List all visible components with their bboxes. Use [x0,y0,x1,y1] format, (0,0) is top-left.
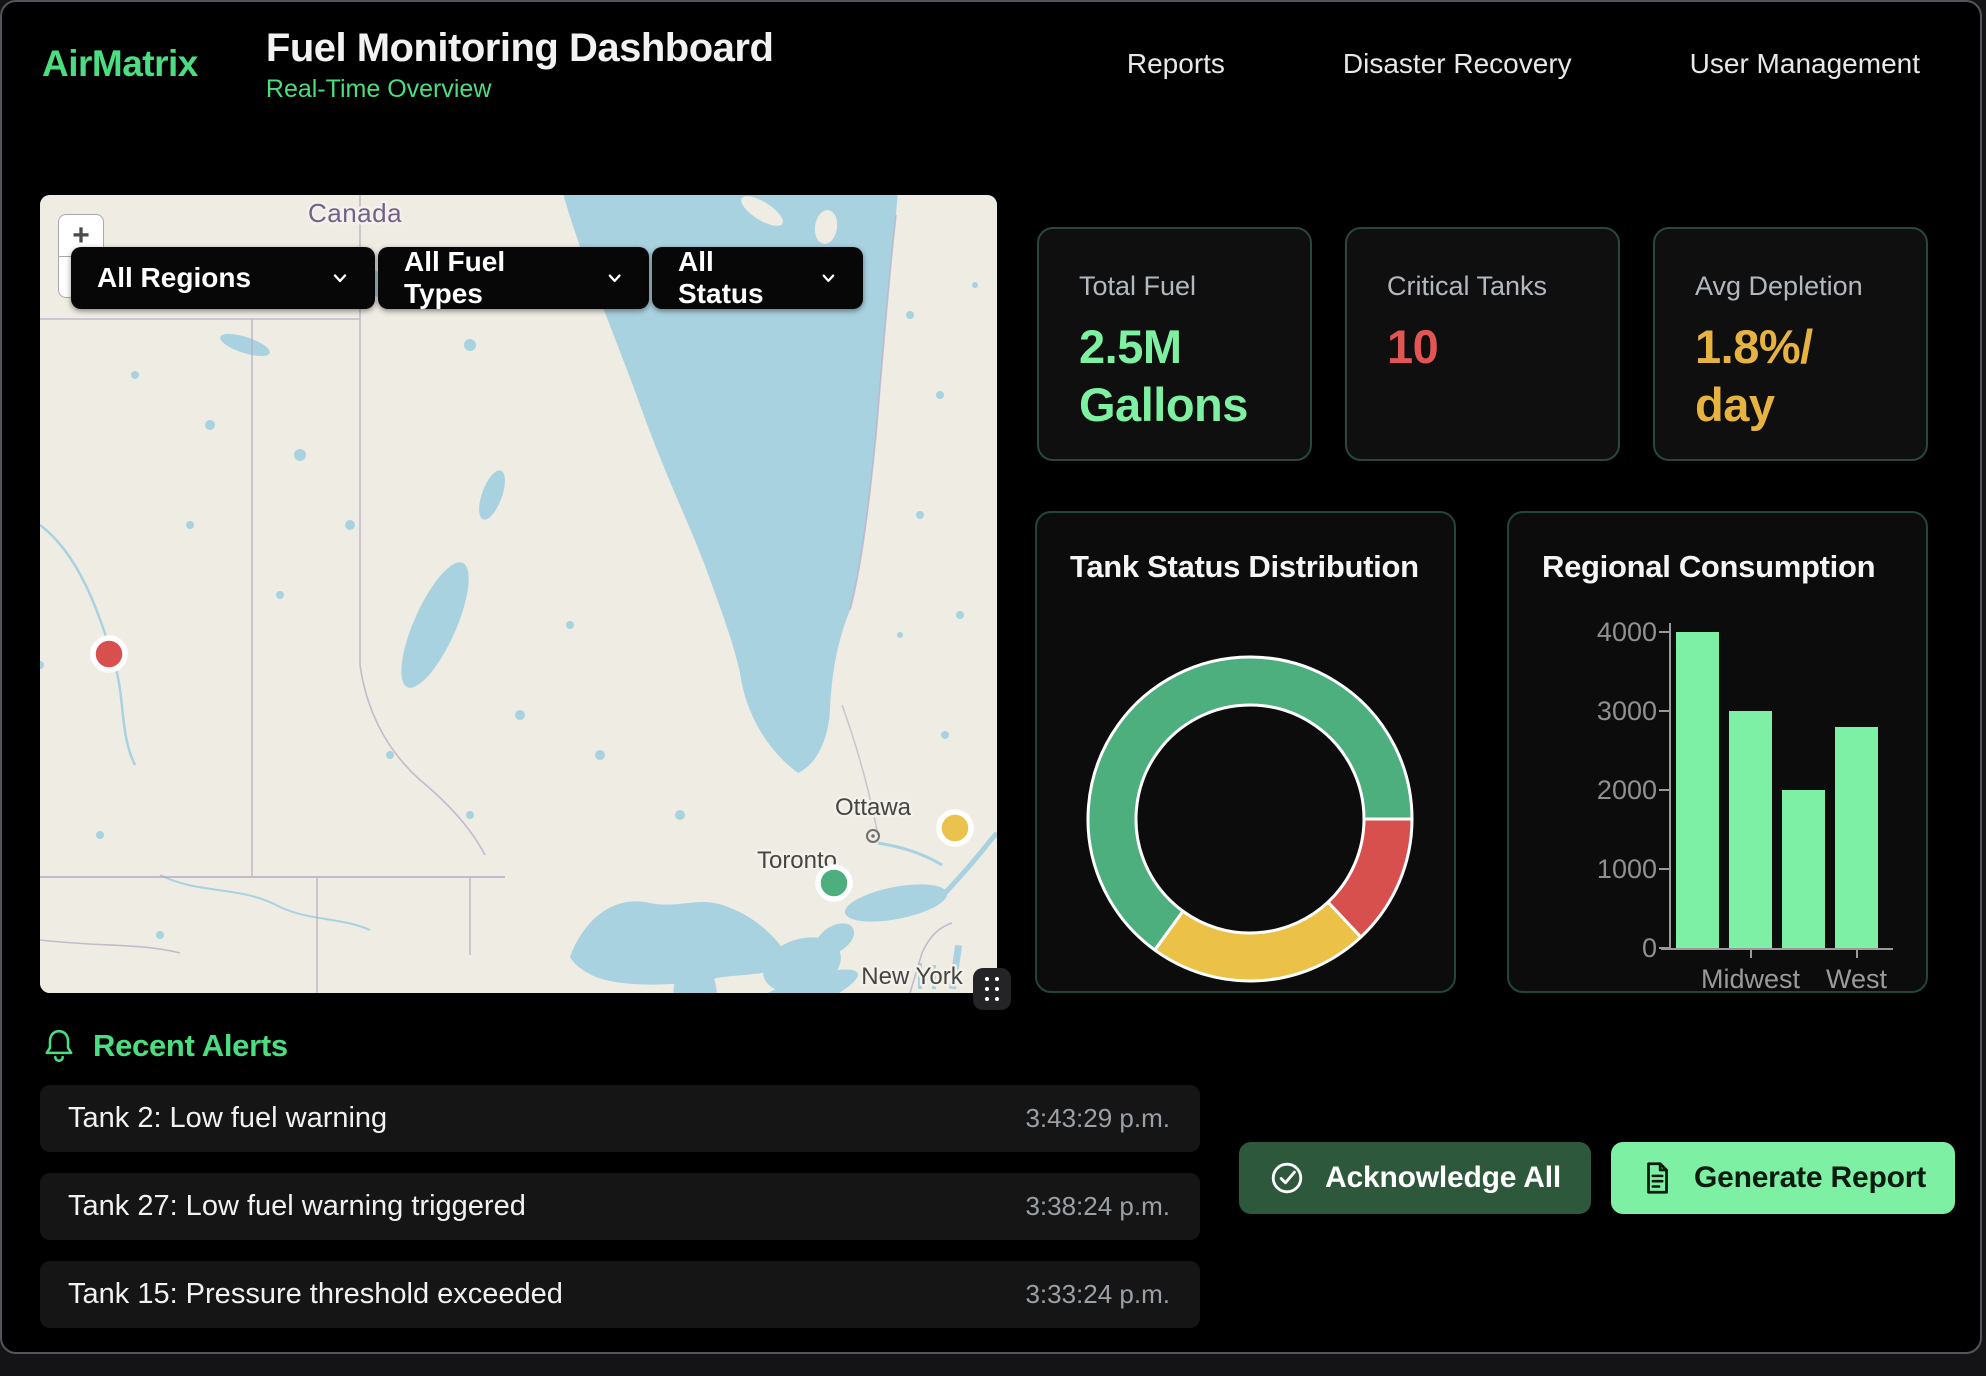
consumption-bar [1729,711,1772,948]
x-tick-mark [1750,948,1752,958]
tank-marker[interactable] [818,867,850,899]
brand-logo: AirMatrix [42,43,198,85]
y-tick-label: 1000 [1567,854,1657,885]
y-tick-mark [1659,947,1669,949]
x-tick-label: Midwest [1701,964,1800,995]
stat-label: Critical Tanks [1387,271,1580,302]
stat-card-avg-depletion: Avg Depletion 1.8%/ day [1653,227,1928,461]
stat-value: 10 [1387,318,1580,376]
y-tick-mark [1659,789,1669,791]
dashboard-window: AirMatrix Fuel Monitoring Dashboard Real… [0,0,1982,1354]
alerts-title: Recent Alerts [93,1028,288,1064]
y-tick-label: 2000 [1567,775,1657,806]
alert-text: Tank 27: Low fuel warning triggered [68,1190,526,1223]
alert-list: Tank 2: Low fuel warning3:43:29 p.m.Tank… [40,1085,1200,1349]
circle-check-icon [1269,1160,1305,1196]
alert-timestamp: 3:33:24 p.m. [1025,1279,1170,1310]
stat-card-critical-tanks: Critical Tanks 10 [1345,227,1620,461]
donut-chart [1037,513,1458,995]
donut-chart-title: Tank Status Distribution [1070,549,1419,585]
stat-cards: Total Fuel 2.5M Gallons Critical Tanks 10 Av… [1037,227,1928,461]
y-tick-label: 3000 [1567,696,1657,727]
y-tick-mark [1659,868,1669,870]
page-title: Fuel Monitoring Dashboard [266,25,773,71]
alert-text: Tank 15: Pressure threshold exceeded [68,1278,563,1311]
stat-label: Total Fuel [1079,271,1272,302]
document-icon [1640,1160,1674,1196]
alert-timestamp: 3:38:24 p.m. [1025,1191,1170,1222]
tank-marker[interactable] [93,638,125,670]
y-tick-mark [1659,710,1669,712]
map-label-ottawa: Ottawa [835,794,912,821]
filter-label: All Regions [97,262,251,294]
alert-row[interactable]: Tank 15: Pressure threshold exceeded 3:33… [40,1261,1200,1328]
stat-value: 1.8%/ day [1695,318,1888,434]
alert-timestamp: 3:43:29 p.m. [1025,1103,1170,1134]
y-axis-line [1669,623,1671,950]
filter-label: All Status [678,246,800,310]
filter-dropdown-all-regions[interactable]: All Regions [71,247,375,309]
acknowledge-all-button[interactable]: Acknowledge All [1239,1142,1591,1214]
x-axis-line [1661,948,1893,950]
map-canvas[interactable]: Canada OttawaTorontoNew York + − All Reg… [40,195,997,993]
main-nav: Reports Disaster Recovery User Management [1127,2,1920,126]
nav-item-user-management[interactable]: User Management [1690,48,1920,80]
map-panel: Canada OttawaTorontoNew York + − All Reg… [40,195,997,993]
page-subtitle: Real-Time Overview [266,75,773,104]
stat-value: 2.5M Gallons [1079,318,1272,434]
x-tick-label: West [1826,964,1887,995]
map-filters: All Regions All Fuel Types All Status [71,247,863,309]
nav-item-disaster-recovery[interactable]: Disaster Recovery [1343,48,1572,80]
stat-card-total-fuel: Total Fuel 2.5M Gallons [1037,227,1312,461]
generate-report-button[interactable]: Generate Report [1611,1142,1955,1214]
resize-grip-handle[interactable] [973,968,1011,1010]
acknowledge-all-label: Acknowledge All [1325,1161,1561,1195]
title-block: Fuel Monitoring Dashboard Real-Time Over… [266,25,773,104]
y-tick-label: 4000 [1567,617,1657,648]
x-tick-mark [1856,948,1858,958]
chevron-down-icon [604,267,625,289]
filter-label: All Fuel Types [404,246,586,310]
filter-dropdown-all-status[interactable]: All Status [652,247,863,309]
nav-item-reports[interactable]: Reports [1127,48,1225,80]
filter-dropdown-all-fuel-types[interactable]: All Fuel Types [378,247,649,309]
consumption-bar [1835,727,1878,948]
tank-status-card: Tank Status Distribution [1035,511,1456,993]
chevron-down-icon [329,267,351,289]
consumption-bar [1782,790,1825,948]
consumption-bar [1676,632,1719,948]
chevron-down-icon [818,267,839,289]
alert-text: Tank 2: Low fuel warning [68,1102,387,1135]
header: AirMatrix Fuel Monitoring Dashboard Real… [2,2,1980,126]
stat-label: Avg Depletion [1695,271,1888,302]
tank-marker[interactable] [939,812,971,844]
bell-icon [42,1028,76,1064]
y-tick-label: 0 [1567,933,1657,964]
y-tick-mark [1659,631,1669,633]
map-svg: Canada OttawaTorontoNew York [40,195,997,993]
donut-segment [1155,902,1361,981]
alerts-header: Recent Alerts [42,1028,288,1064]
alert-row[interactable]: Tank 27: Low fuel warning triggered 3:38:… [40,1173,1200,1240]
map-label-canada: Canada [308,198,402,228]
regional-consumption-card: Regional Consumption 01000200030004000Mi… [1507,511,1928,993]
bar-chart: 01000200030004000MidwestWest [1509,513,1926,991]
map-label-new-york: New York [861,963,963,990]
alert-row[interactable]: Tank 2: Low fuel warning 3:43:29 p.m. [40,1085,1200,1152]
generate-report-label: Generate Report [1694,1161,1926,1195]
